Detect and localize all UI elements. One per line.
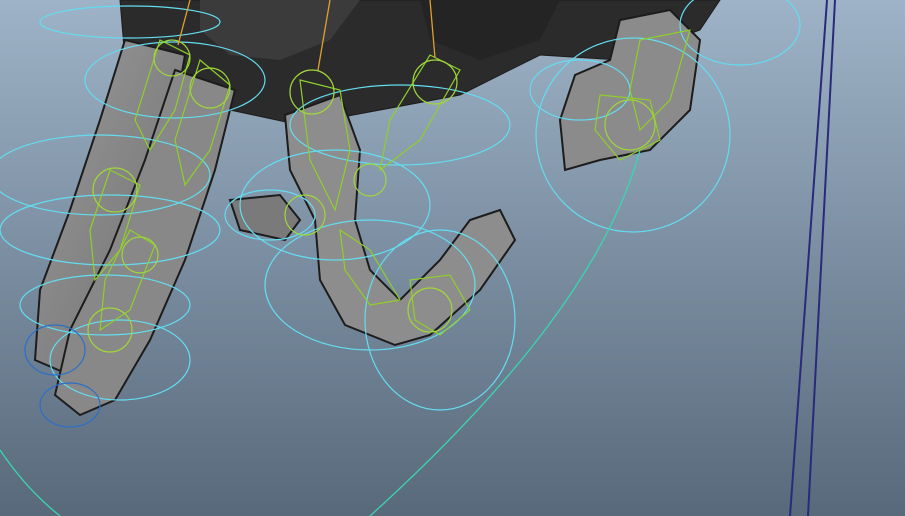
- maya-3d-viewport[interactable]: [0, 0, 905, 516]
- scene-canvas[interactable]: [0, 0, 905, 516]
